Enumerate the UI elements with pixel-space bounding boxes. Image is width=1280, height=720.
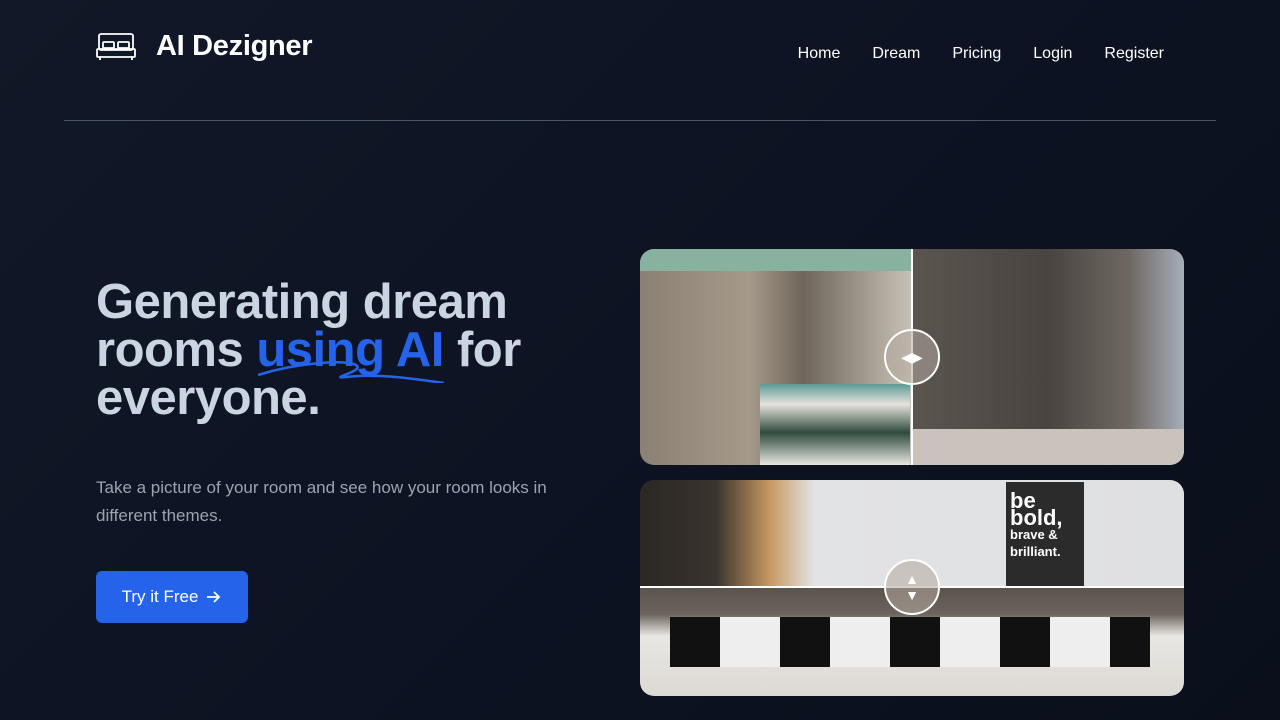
arrow-right-icon	[207, 591, 221, 603]
after-image	[912, 249, 1184, 465]
bed-icon	[96, 32, 136, 60]
header: AI Dezigner Home Dream Pricing Login Reg…	[64, 0, 1216, 121]
hero-title: Generating dream rooms using AI for ever…	[96, 278, 596, 423]
nav-home[interactable]: Home	[798, 45, 841, 63]
before-after-slider-2[interactable]: be bold, brave & brilliant. ▲ ▼	[640, 480, 1184, 696]
main-nav: Home Dream Pricing Login Register	[798, 45, 1164, 63]
logo[interactable]: AI Dezigner	[96, 30, 313, 63]
cta-label: Try it Free	[121, 587, 199, 606]
up-down-arrows-icon[interactable]: ▲ ▼	[884, 559, 940, 615]
underline-squiggle	[257, 361, 445, 383]
hero-subtitle: Take a picture of your room and see how …	[96, 478, 547, 525]
poster-text: brilliant.	[1010, 544, 1061, 559]
title-highlight: using AI	[256, 323, 445, 383]
left-right-arrows-icon[interactable]: ◀▶	[884, 329, 940, 385]
nav-dream[interactable]: Dream	[872, 45, 920, 63]
before-image	[640, 249, 912, 465]
poster-text: brave &	[1010, 527, 1058, 542]
nav-register[interactable]: Register	[1104, 45, 1164, 63]
nav-login[interactable]: Login	[1033, 45, 1072, 63]
try-free-button[interactable]: Try it Free	[96, 571, 248, 623]
poster-text: bold,	[1010, 505, 1063, 530]
poster: be bold, brave & brilliant.	[1006, 482, 1084, 586]
brand-name: AI Dezigner	[156, 30, 313, 62]
before-after-slider-1[interactable]: ◀▶	[640, 249, 1184, 465]
nav-pricing[interactable]: Pricing	[952, 45, 1001, 63]
